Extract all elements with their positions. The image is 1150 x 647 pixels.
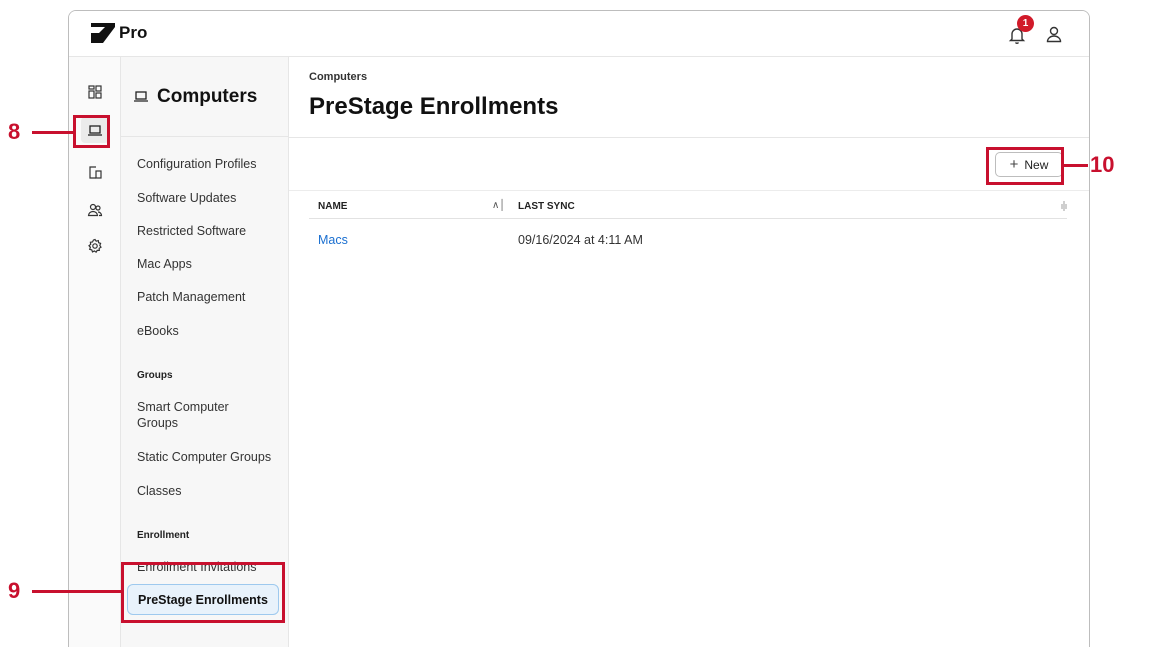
rail-item-dashboard[interactable] [81,79,109,105]
subnav-header: Computers [121,57,288,137]
app-window: Pro 1 Computers Configuration Profiles S… [68,10,1090,647]
nav-restricted-software[interactable]: Restricted Software [137,223,282,239]
table-header: NAME ∧│ LAST SYNC [309,195,1067,219]
column-resize-icon[interactable] [1061,201,1067,211]
callout-line-10 [1064,164,1088,167]
callout-number-9: 9 [8,578,21,603]
callout-box-prestage [121,562,285,623]
header-divider [289,137,1089,138]
nav-smart-computer-groups[interactable]: Smart Computer Groups [137,399,247,431]
gear-icon [88,238,102,254]
brand-name: Pro [119,23,148,42]
prestage-table: NAME ∧│ LAST SYNC Macs 09/16/2024 at 4:1… [309,195,1067,261]
rail-item-users[interactable] [81,197,109,223]
callout-line-9 [32,590,121,593]
column-header-name[interactable]: NAME [318,201,347,212]
main-content: Computers PreStage Enrollments + New NAM… [289,57,1089,647]
notification-badge: 1 [1017,15,1034,32]
nav-software-updates[interactable]: Software Updates [137,190,282,206]
toolbar-divider [289,190,1089,191]
nav-mac-apps[interactable]: Mac Apps [137,256,282,272]
rail-item-settings[interactable] [81,233,109,259]
subnav-title: Computers [157,85,258,107]
nav-ebooks[interactable]: eBooks [137,323,282,339]
callout-line-8 [32,131,73,134]
nav-static-computer-groups[interactable]: Static Computer Groups [137,449,282,465]
computers-subnav: Computers Configuration Profiles Softwar… [121,57,289,647]
callout-box-rail-computers [73,115,110,148]
callout-number-8: 8 [8,119,21,144]
breadcrumb[interactable]: Computers [309,71,367,83]
laptop-icon [134,90,148,102]
rail-item-devices[interactable] [81,159,109,185]
nav-classes[interactable]: Classes [137,483,282,499]
callout-box-new-button [986,147,1064,185]
user-icon[interactable] [1045,25,1063,43]
nav-section-groups: Groups [137,370,173,381]
nav-configuration-profiles[interactable]: Configuration Profiles [137,156,282,172]
nav-patch-management[interactable]: Patch Management [137,289,282,305]
page-title: PreStage Enrollments [309,93,559,120]
callout-number-10: 10 [1090,152,1115,177]
top-bar: Pro 1 [69,11,1089,57]
nav-section-enrollment: Enrollment [137,530,190,541]
enrollment-name-link[interactable]: Macs [318,233,348,247]
table-row[interactable]: Macs 09/16/2024 at 4:11 AM [309,219,1067,261]
column-header-last-sync[interactable]: LAST SYNC [518,201,575,212]
devices-icon [89,166,102,179]
users-icon [87,203,103,217]
dashboard-icon [88,85,102,99]
sort-ascending-icon[interactable]: ∧│ [492,200,506,211]
logo-icon [91,23,115,43]
last-sync-value: 09/16/2024 at 4:11 AM [518,233,643,247]
